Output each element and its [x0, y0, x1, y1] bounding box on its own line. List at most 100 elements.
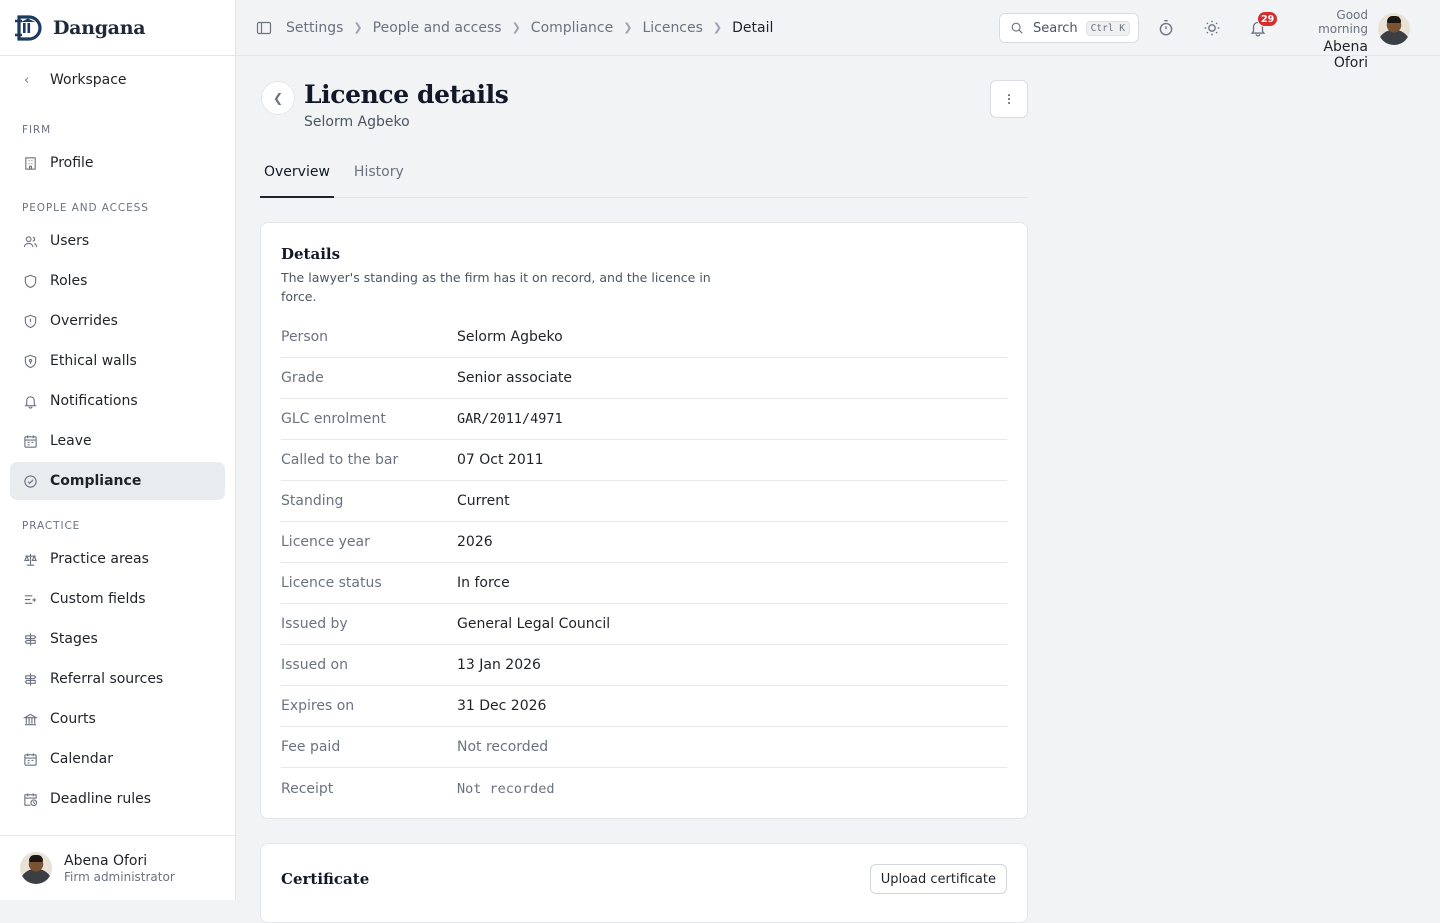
sidebar-item-label: Practice areas	[50, 551, 149, 567]
detail-row-issued-on: Issued on13 Jan 2026	[281, 645, 1007, 686]
details-title: Details	[281, 245, 711, 263]
greeting-text: Good morning	[1286, 8, 1368, 36]
detail-label: Called to the bar	[281, 452, 457, 468]
detail-value: 31 Dec 2026	[457, 698, 546, 714]
check-circle-icon	[22, 473, 38, 489]
detail-label: Expires on	[281, 698, 457, 714]
sidebar-item-label: Notifications	[50, 393, 138, 409]
timer-icon[interactable]	[1157, 19, 1175, 37]
users-icon	[22, 233, 38, 249]
sidebar-item-custom-fields[interactable]: Custom fields	[10, 580, 225, 618]
sidebar-item-referral-sources[interactable]: Referral sources	[10, 660, 225, 698]
sidebar-item-label: Users	[50, 233, 89, 249]
sidebar-item-compliance[interactable]: Compliance	[10, 462, 225, 500]
sidebar-item-courts[interactable]: Courts	[10, 700, 225, 738]
brand[interactable]: Dangana	[0, 0, 235, 56]
detail-row-glc-enrolment: GLC enrolmentGAR/2011/4971	[281, 399, 1007, 440]
calendar-icon	[22, 433, 38, 449]
sidebar-item-label: Leave	[50, 433, 92, 449]
sidebar-item-calendar[interactable]: Calendar	[10, 740, 225, 778]
detail-label: Person	[281, 329, 457, 345]
sidebar-item-practice-areas[interactable]: Practice areas	[10, 540, 225, 578]
detail-value: 07 Oct 2011	[457, 452, 544, 468]
detail-value: Current	[457, 493, 510, 509]
detail-value: 13 Jan 2026	[457, 657, 541, 673]
certificate-card: Certificate Upload certificate	[260, 843, 1028, 923]
detail-value: GAR/2011/4971	[457, 411, 563, 427]
page-title: Licence details	[304, 80, 508, 109]
detail-label: Receipt	[281, 781, 457, 797]
tab-overview[interactable]: Overview	[260, 156, 334, 198]
details-list: PersonSelorm Agbeko GradeSenior associat…	[281, 317, 1007, 809]
calendar-clock-icon	[22, 791, 38, 807]
sidebar-item-leave[interactable]: Leave	[10, 422, 225, 460]
sidebar-back-label: Workspace	[50, 72, 127, 88]
scales-icon	[22, 551, 38, 567]
details-description: The lawyer's standing as the firm has it…	[281, 268, 711, 306]
chevron-left-icon: ‹	[24, 73, 38, 88]
sidebar-item-label: Referral sources	[50, 671, 163, 687]
detail-value: General Legal Council	[457, 616, 610, 632]
chevron-right-icon: ❯	[512, 21, 521, 34]
sidebar-item-users[interactable]: Users	[10, 222, 225, 260]
breadcrumb-detail: Detail	[732, 20, 773, 36]
page-subtitle: Selorm Agbeko	[304, 114, 410, 130]
detail-row-receipt: ReceiptNot recorded	[281, 768, 1007, 809]
detail-row-licence-status: Licence statusIn force	[281, 563, 1007, 604]
detail-row-person: PersonSelorm Agbeko	[281, 317, 1007, 358]
sidebar-item-deadline-rules[interactable]: Deadline rules	[10, 780, 225, 818]
avatar	[20, 852, 52, 884]
detail-label: Fee paid	[281, 739, 457, 755]
chevron-right-icon: ❯	[713, 21, 722, 34]
sidebar-user-role: Firm administrator	[64, 870, 175, 884]
sidebar-item-label: Calendar	[50, 751, 113, 767]
notification-badge: 29	[1257, 11, 1278, 27]
back-button[interactable]: ❮	[261, 81, 295, 115]
more-actions-button[interactable]	[990, 80, 1028, 118]
sidebar-back-workspace[interactable]: ‹ Workspace	[10, 56, 225, 104]
detail-value: 2026	[457, 534, 493, 550]
detail-row-expires-on: Expires on31 Dec 2026	[281, 686, 1007, 727]
sidebar-item-overrides[interactable]: Overrides	[10, 302, 225, 340]
sidebar-item-ethical-walls[interactable]: Ethical walls	[10, 342, 225, 380]
sidebar-item-profile[interactable]: Profile	[10, 144, 225, 182]
sidebar-item-label: Compliance	[50, 473, 141, 489]
tab-history[interactable]: History	[350, 156, 408, 198]
sidebar-item-roles[interactable]: Roles	[10, 262, 225, 300]
detail-value: Selorm Agbeko	[457, 329, 563, 345]
sidebar-nav: ‹ Workspace Firm Profile People and acce…	[0, 56, 235, 835]
detail-value: Not recorded	[457, 781, 555, 797]
sidebar-item-stages[interactable]: Stages	[10, 620, 225, 658]
detail-value: In force	[457, 575, 510, 591]
details-card: Details The lawyer's standing as the fir…	[260, 222, 1028, 819]
breadcrumb: Settings ❯ People and access ❯ Complianc…	[286, 20, 773, 36]
search-button[interactable]: Search Ctrl K	[999, 13, 1139, 43]
sidebar-item-notifications[interactable]: Notifications	[10, 382, 225, 420]
breadcrumb-settings[interactable]: Settings	[286, 20, 343, 36]
sidebar-user[interactable]: Abena Ofori Firm administrator	[0, 835, 235, 900]
breadcrumb-people-and-access[interactable]: People and access	[373, 20, 502, 36]
upload-certificate-button[interactable]: Upload certificate	[870, 864, 1007, 894]
topbar: Settings ❯ People and access ❯ Complianc…	[236, 0, 1440, 56]
certificate-title: Certificate	[281, 870, 369, 888]
avatar[interactable]	[1378, 13, 1410, 45]
sidebar-toggle-icon[interactable]	[256, 20, 272, 36]
sidebar-item-label: Courts	[50, 711, 96, 727]
sidebar-item-label: Deadline rules	[50, 791, 151, 807]
detail-row-licence-year: Licence year2026	[281, 522, 1007, 563]
sun-icon[interactable]	[1203, 19, 1221, 37]
sidebar-item-label: Profile	[50, 155, 94, 171]
more-vertical-icon	[1002, 92, 1016, 106]
detail-label: Issued on	[281, 657, 457, 673]
detail-row-standing: StandingCurrent	[281, 481, 1007, 522]
sidebar-item-label: Custom fields	[50, 591, 146, 607]
chevron-left-icon: ❮	[273, 91, 283, 105]
signpost-icon	[22, 631, 38, 647]
breadcrumb-compliance[interactable]: Compliance	[531, 20, 613, 36]
detail-row-issued-by: Issued byGeneral Legal Council	[281, 604, 1007, 645]
main-content: ❮ Licence details Selorm Agbeko Overview…	[236, 56, 1440, 900]
search-shortcut: Ctrl K	[1086, 21, 1130, 36]
breadcrumb-licences[interactable]: Licences	[642, 20, 702, 36]
sidebar-item-label: Overrides	[50, 313, 118, 329]
shield-alert-icon	[22, 313, 38, 329]
